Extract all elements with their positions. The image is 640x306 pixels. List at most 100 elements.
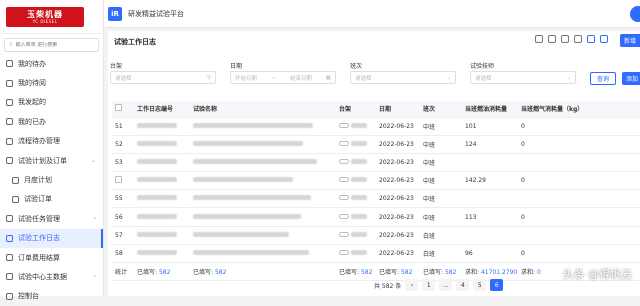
money-icon bbox=[6, 254, 13, 262]
date-range-picker[interactable]: 开始日期 — 结束日期 ▦ bbox=[230, 71, 336, 84]
shift-select[interactable]: 请选择 ⌄ bbox=[350, 71, 456, 84]
chevron-down-icon: ⌄ bbox=[446, 74, 451, 81]
tech-placeholder: 请选择 bbox=[475, 75, 492, 82]
page-6-current[interactable]: 6 bbox=[490, 279, 504, 291]
shift-cell: 中班 bbox=[420, 153, 462, 173]
col-test-name[interactable]: 试验名称 bbox=[190, 101, 336, 118]
refresh-icon[interactable] bbox=[535, 35, 543, 43]
new-button[interactable]: 新增 bbox=[620, 34, 640, 47]
fuel-cell: 124 bbox=[462, 135, 518, 154]
table-row[interactable]: 53 2022-06-23 中班 bbox=[112, 153, 640, 173]
add-button[interactable]: 添加 bbox=[622, 72, 640, 85]
filled-value: 582 bbox=[400, 269, 413, 277]
sidebar-item-label: 控制台 bbox=[18, 292, 39, 301]
export-icon[interactable] bbox=[561, 35, 569, 43]
col-bench[interactable]: 台架 bbox=[336, 101, 376, 118]
row-checkbox-cell[interactable] bbox=[112, 171, 134, 191]
table-row[interactable]: 56 2022-06-23 中班 113 0 bbox=[112, 207, 640, 227]
menu-search-input[interactable] bbox=[15, 42, 96, 48]
select-all-header[interactable] bbox=[112, 101, 134, 118]
settings-icon[interactable] bbox=[548, 35, 556, 43]
search-icon: ⚲ bbox=[9, 42, 13, 48]
sidebar-item-work-log[interactable]: 试验工作日志 bbox=[0, 228, 103, 249]
col-date[interactable]: 日期 bbox=[376, 101, 420, 118]
sidebar-item-master-data[interactable]: 试验中心主数据 › bbox=[0, 267, 103, 286]
sum-value: 41701.2790 bbox=[480, 269, 518, 277]
sidebar-item-label: 流程待办管理 bbox=[18, 137, 60, 146]
filter-date-label: 日期 bbox=[230, 63, 243, 70]
bench-cell bbox=[336, 226, 376, 245]
date-start: 开始日期 bbox=[235, 75, 258, 82]
work-log-table: 工作日志编号 试验名称 台架 日期 班次 当班燃油消耗量 当班燃气消耗量（kg）… bbox=[112, 101, 640, 282]
sidebar-item-toread[interactable]: 我的待阅 bbox=[0, 73, 103, 92]
topbar: iR 研发精益试验平台 bbox=[104, 0, 640, 28]
console-icon bbox=[6, 292, 13, 300]
sidebar-item-todo[interactable]: 我的待办 bbox=[0, 54, 103, 73]
link-icon bbox=[339, 231, 349, 237]
table-row[interactable]: 57 2022-06-23 白班 bbox=[112, 226, 640, 245]
shift-cell: 白班 bbox=[420, 226, 462, 245]
sidebar-item-label: 试验计划及订单 bbox=[18, 156, 67, 165]
menu-search[interactable]: ⚲ bbox=[4, 38, 99, 52]
col-fuel[interactable]: 当班燃油消耗量 bbox=[462, 101, 518, 118]
filled-label: 已填写: bbox=[193, 269, 214, 277]
gas-cell bbox=[518, 226, 640, 245]
logo-sub-text: YC DIESEL bbox=[32, 18, 58, 24]
sidebar-item-test-orders[interactable]: 试验订单 bbox=[0, 190, 103, 209]
database-icon bbox=[6, 273, 13, 281]
sum-label: 求和: bbox=[465, 269, 480, 277]
sidebar-item-plan-orders[interactable]: 试验计划及订单 ⌄ bbox=[0, 151, 103, 170]
bench-cell bbox=[336, 207, 376, 227]
page-5[interactable]: 5 bbox=[473, 279, 487, 291]
col-gas[interactable]: 当班燃气消耗量（kg） bbox=[518, 101, 640, 118]
summary-filled-1: 已填写: 582 bbox=[134, 262, 190, 282]
gas-cell: 0 bbox=[518, 244, 640, 264]
sidebar-item-task-mgmt[interactable]: 试验任务管理 › bbox=[0, 209, 103, 228]
test-name-cell bbox=[190, 189, 336, 209]
sidebar-item-console[interactable]: 控制台 bbox=[0, 287, 103, 306]
avatar[interactable] bbox=[630, 6, 640, 22]
test-name-cell bbox=[190, 153, 336, 173]
table-row[interactable]: 51 2022-06-23 中班 101 0 bbox=[112, 117, 640, 136]
sidebar-item-label: 我的待阅 bbox=[18, 79, 46, 88]
table-row[interactable]: 58 2022-06-23 白班 96 0 bbox=[112, 244, 640, 264]
prev-page-button[interactable]: ‹ bbox=[405, 279, 419, 291]
app-icon: iR bbox=[108, 6, 122, 21]
test-name-cell bbox=[190, 226, 336, 245]
log-icon bbox=[6, 234, 13, 242]
page-ellipsis[interactable]: ... bbox=[439, 279, 453, 291]
filled-value: 582 bbox=[214, 269, 227, 277]
row-checkbox[interactable] bbox=[115, 176, 122, 184]
page-4[interactable]: 4 bbox=[456, 279, 470, 291]
link-icon bbox=[339, 195, 349, 201]
tech-select[interactable]: 请选择 ⌄ bbox=[470, 71, 576, 84]
query-button[interactable]: 查询 bbox=[590, 72, 616, 85]
sidebar-item-label: 试验订单 bbox=[24, 195, 52, 204]
sidebar-item-initiated[interactable]: 我发起的 bbox=[0, 93, 103, 112]
sidebar-item-label: 我的已办 bbox=[18, 117, 46, 126]
table-row[interactable]: 2022-06-23 中班 142.29 0 bbox=[112, 171, 640, 191]
sidebar-item-done[interactable]: 我的已办 bbox=[0, 112, 103, 131]
filled-value: 582 bbox=[360, 269, 373, 277]
col-shift[interactable]: 班次 bbox=[420, 101, 462, 118]
summary-filled-2: 已填写: 582 bbox=[190, 262, 336, 282]
layout-icon[interactable] bbox=[587, 35, 595, 43]
page-1[interactable]: 1 bbox=[422, 279, 436, 291]
task-icon bbox=[6, 215, 13, 223]
select-all-checkbox[interactable] bbox=[115, 104, 122, 112]
bench-cell bbox=[336, 244, 376, 264]
filled-label: 已填写: bbox=[423, 269, 444, 277]
table-row[interactable]: 52 2022-06-23 中班 124 0 bbox=[112, 135, 640, 154]
col-log-no[interactable]: 工作日志编号 bbox=[134, 101, 190, 118]
sidebar-item-settlement[interactable]: 订单费用结算 bbox=[0, 248, 103, 267]
send-icon bbox=[6, 98, 13, 106]
test-name-cell bbox=[190, 244, 336, 264]
bench-select[interactable]: 请选择 ⚲ bbox=[110, 71, 216, 84]
sidebar-item-monthly-plan[interactable]: 月度计划 bbox=[0, 170, 103, 189]
sidebar-item-process-todo[interactable]: 流程待办管理 bbox=[0, 132, 103, 151]
filter-icon[interactable] bbox=[600, 35, 608, 43]
sidebar: 玉柴机器 YC DIESEL ⚲ 我的待办 我的待阅 我发起的 我的已办 流程待… bbox=[0, 0, 104, 300]
gas-cell bbox=[518, 153, 640, 173]
table-row[interactable]: 55 2022-06-23 中班 bbox=[112, 189, 640, 209]
import-icon[interactable] bbox=[574, 35, 582, 43]
